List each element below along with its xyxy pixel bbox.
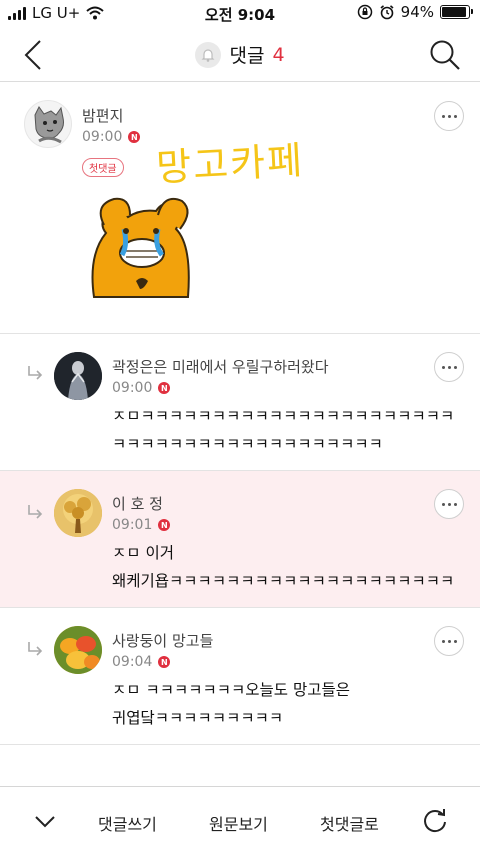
comment-text-line: ㅈㅁ ㅋㅋㅋㅋㅋㅋㅋ오늘도 망고들은 [112,681,351,699]
battery-icon [440,5,473,19]
mangoes-avatar [54,626,102,674]
comment-time: 09:01 [112,517,153,533]
comment-time: 09:04 [112,654,153,670]
sticker-text: 망고카페 [155,138,306,190]
search-icon[interactable] [428,38,462,72]
avatar[interactable] [54,352,102,400]
new-badge: N [158,656,171,668]
nav-bar: 댓글 4 [0,28,480,82]
more-options-button[interactable] [434,489,464,519]
comment-author[interactable]: 사랑둥이 망고들 [112,630,213,651]
view-original-button[interactable]: 원문보기 [209,811,268,835]
comment-meta: 09:01 N [112,517,171,533]
alarm-icon [380,5,394,20]
golden-tree-avatar [54,489,102,537]
comment-item: 곽정은은 미래에서 우릴구하러왔다 09:00 N ㅈㅁㅋㅋㅋㅋㅋㅋㅋㅋㅋㅋㅋㅋ… [0,334,480,471]
comment-meta: 09:00 N [112,380,171,396]
comment-meta: 09:04 N [112,654,171,670]
comment-text: ㅈㅁㅋㅋㅋㅋㅋㅋㅋㅋㅋㅋㅋㅋㅋㅋㅋㅋㅋㅋㅋㅋㅋㅋㅋㅋㅋㅋㅋㅋㅋㅋㅋㅋㅋㅋㅋㅋㅋㅋ… [112,407,455,453]
battery-percent: 94% [400,3,434,21]
reply-arrow-icon [28,642,43,656]
comment-text-line: ㅈㅁ 이거 [112,544,174,562]
comment-time: 09:00 [112,380,153,396]
refresh-icon[interactable] [421,807,449,835]
comment-item: 이 호 정 09:01 N ㅈㅁ 이거 왜케기욥ㅋㅋㅋㅋㅋㅋㅋㅋㅋㅋㅋㅋㅋㅋㅋㅋ… [0,471,480,608]
doodle-cat-avatar [34,106,64,144]
new-badge: N [158,382,171,394]
avatar[interactable] [54,489,102,537]
comment-item: 사랑둥이 망고들 09:04 N ㅈㅁ ㅋㅋㅋㅋㅋㅋㅋ오늘도 망고들은 귀엽닼ㅋ… [0,608,480,745]
comment-text-line: 귀엽닼ㅋㅋㅋㅋㅋㅋㅋㅋㅋ [112,709,284,727]
comment-text-line: 왜케기욥ㅋㅋㅋㅋㅋㅋㅋㅋㅋㅋㅋㅋㅋㅋㅋㅋㅋㅋㅋㅋ [112,572,455,590]
comment-author[interactable]: 이 호 정 [112,493,163,514]
battery-fill [442,7,467,17]
status-bar: LG U+ 오전 9:04 94% [0,0,480,28]
more-options-button[interactable] [434,626,464,656]
status-right: 94% [357,3,473,21]
write-comment-button[interactable]: 댓글쓰기 [98,811,157,835]
comment-text: ㅈㅁ 이거 왜케기욥ㅋㅋㅋㅋㅋㅋㅋㅋㅋㅋㅋㅋㅋㅋㅋㅋㅋㅋㅋㅋ [112,539,464,595]
bell-icon[interactable] [195,41,222,68]
comment-text: ㅈㅁ ㅋㅋㅋㅋㅋㅋㅋ오늘도 망고들은 귀엽닼ㅋㅋㅋㅋㅋㅋㅋㅋㅋ [112,676,464,732]
comment-sticker: 망고카페 [78,123,378,313]
reply-arrow-icon [28,505,43,519]
chevron-down-icon[interactable] [34,815,56,829]
rotation-lock-icon [357,4,372,20]
more-options-button[interactable] [434,352,464,382]
first-comment-button[interactable]: 첫댓글로 [320,811,379,835]
avatar[interactable] [24,100,72,148]
page-title: 댓글 4 [0,41,480,68]
dark-figure-avatar [54,352,102,400]
more-options-button[interactable] [434,101,464,131]
comment-author[interactable]: 곽정은은 미래에서 우릴구하러왔다 [112,356,329,377]
comment-item: 밤편지 09:00 N 첫댓글 망고카페 [0,83,480,334]
reply-arrow-icon [28,366,43,380]
new-badge: N [158,519,171,531]
crying-character-sticker [91,197,190,298]
avatar[interactable] [54,626,102,674]
title-label: 댓글 [229,45,265,67]
comment-count: 4 [272,43,285,66]
bottom-toolbar: 댓글쓰기 원문보기 첫댓글로 [0,786,480,854]
